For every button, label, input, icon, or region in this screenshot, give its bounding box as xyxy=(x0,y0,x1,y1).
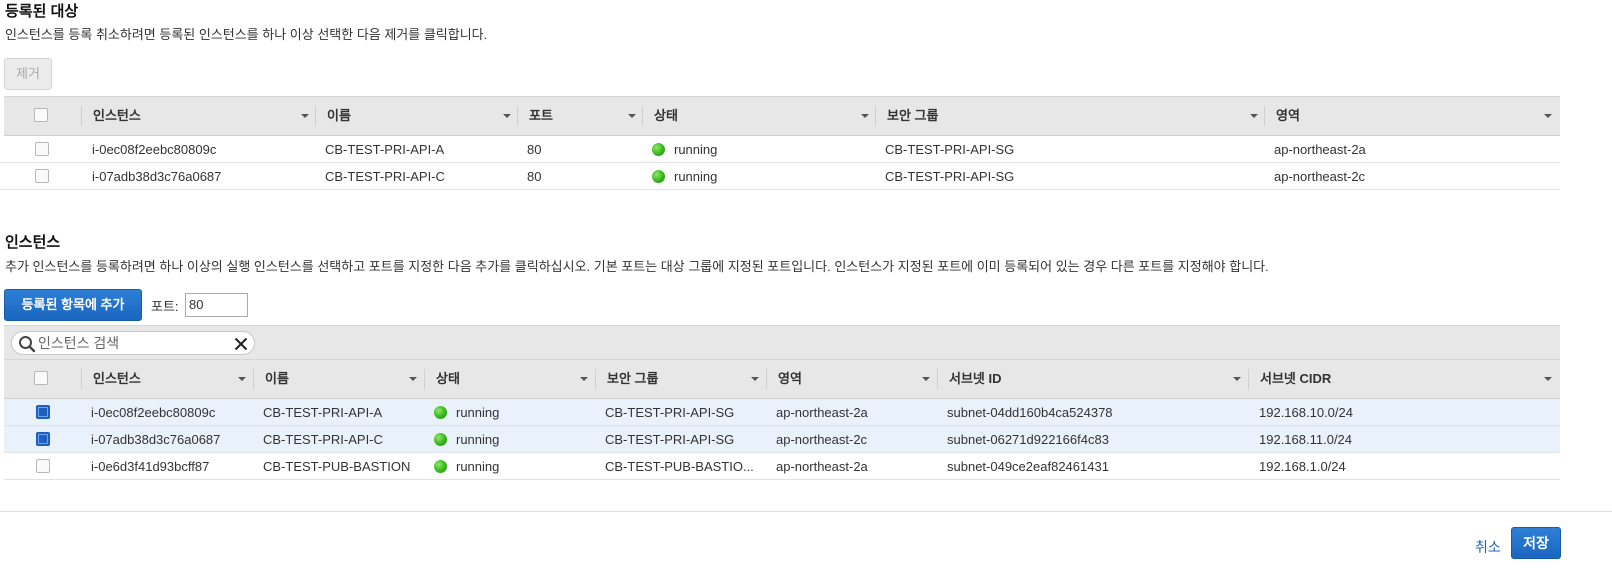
col-name[interactable]: 이름 xyxy=(315,97,517,135)
instance-name: CB-TEST-PUB-BASTION xyxy=(263,458,411,474)
security-group: CB-TEST-PRI-API-SG xyxy=(885,168,1015,184)
table-row[interactable]: i-0e6d3f41d93bcff87 CB-TEST-PUB-BASTION … xyxy=(4,453,1560,480)
table-row[interactable]: i-07adb38d3c76a0687 CB-TEST-PRI-API-C 80… xyxy=(0,163,1560,190)
col-name[interactable]: 이름 xyxy=(253,360,424,398)
instances-description: 추가 인스턴스를 등록하려면 하나 이상의 실행 인스턴스를 선택하고 포트를 … xyxy=(5,259,1269,274)
instance-name: CB-TEST-PRI-API-C xyxy=(263,431,383,447)
zone: ap-northeast-2c xyxy=(776,431,868,447)
col-security-group[interactable]: 보안 그룹 xyxy=(875,97,1264,135)
security-group: CB-TEST-PRI-API-SG xyxy=(605,431,735,447)
subnet-cidr: 192.168.10.0/24 xyxy=(1259,404,1353,420)
instance-name: CB-TEST-PRI-API-A xyxy=(325,141,445,157)
instance-id: i-0ec08f2eebc80809c xyxy=(92,141,217,157)
instances-title: 인스턴스 xyxy=(5,234,61,251)
sort-caret-icon xyxy=(1544,114,1552,118)
instance-name: CB-TEST-PRI-API-C xyxy=(325,168,445,184)
row-checkbox[interactable] xyxy=(36,405,50,419)
sort-caret-icon xyxy=(1250,114,1258,118)
col-zone[interactable]: 영역 xyxy=(766,360,937,398)
security-group: CB-TEST-PRI-API-SG xyxy=(885,141,1015,157)
status-running-icon xyxy=(434,432,447,446)
instance-id: i-0ec08f2eebc80809c xyxy=(91,404,216,420)
zone: ap-northeast-2a xyxy=(1274,141,1366,157)
select-all-checkbox[interactable] xyxy=(34,371,48,385)
col-status[interactable]: 상태 xyxy=(424,360,595,398)
col-subnet-cidr[interactable]: 서브넷 CIDR xyxy=(1248,360,1560,398)
status: running xyxy=(434,399,499,425)
status: running xyxy=(652,163,717,189)
search-bar: 인스턴스 검색 xyxy=(4,325,1560,359)
row-checkbox[interactable] xyxy=(35,169,49,183)
sort-caret-icon xyxy=(1544,377,1552,381)
search-icon xyxy=(19,336,36,353)
cancel-button[interactable]: 취소 xyxy=(1475,537,1501,557)
add-to-registered-button[interactable]: 등록된 항목에 추가 xyxy=(4,289,142,321)
sort-caret-icon xyxy=(1233,377,1241,381)
search-input[interactable]: 인스턴스 검색 xyxy=(11,331,255,355)
port-label: 포트: xyxy=(151,299,179,314)
status-running-icon xyxy=(652,142,665,156)
subnet-id: subnet-04dd160b4ca524378 xyxy=(947,404,1113,420)
status-running-icon xyxy=(434,459,447,473)
table-row[interactable]: i-07adb38d3c76a0687 CB-TEST-PRI-API-C ru… xyxy=(4,426,1560,453)
registered-table-header: 인스턴스 이름 포트 상태 보안 그룹 영역 xyxy=(4,96,1560,136)
col-status[interactable]: 상태 xyxy=(642,97,875,135)
port-input[interactable]: 80 xyxy=(185,293,248,317)
status: running xyxy=(434,426,499,452)
subnet-id: subnet-06271d922166f4c83 xyxy=(947,431,1109,447)
status-running-icon xyxy=(434,405,447,419)
security-group: CB-TEST-PRI-API-SG xyxy=(605,404,735,420)
security-group: CB-TEST-PUB-BASTIO... xyxy=(605,458,754,474)
instances-table-header: 인스턴스 이름 상태 보안 그룹 영역 서브넷 ID 서브넷 CIDR xyxy=(4,359,1560,399)
instance-name: CB-TEST-PRI-API-A xyxy=(263,404,383,420)
sort-caret-icon xyxy=(751,377,759,381)
sort-caret-icon xyxy=(238,377,246,381)
save-button[interactable]: 저장 xyxy=(1511,527,1561,559)
subnet-id: subnet-049ce2eaf82461431 xyxy=(947,458,1109,474)
row-checkbox[interactable] xyxy=(36,459,50,473)
col-zone[interactable]: 영역 xyxy=(1264,97,1560,135)
sort-caret-icon xyxy=(503,114,511,118)
instance-id: i-0e6d3f41d93bcff87 xyxy=(91,458,210,474)
clear-icon[interactable] xyxy=(234,337,248,351)
col-security-group[interactable]: 보안 그룹 xyxy=(595,360,766,398)
row-checkbox[interactable] xyxy=(36,432,50,446)
instance-id: i-07adb38d3c76a0687 xyxy=(92,168,222,184)
col-subnet-id[interactable]: 서브넷 ID xyxy=(937,360,1248,398)
registered-description: 인스턴스를 등록 취소하려면 등록된 인스턴스를 하나 이상 선택한 다음 제거… xyxy=(5,27,488,42)
sort-caret-icon xyxy=(628,114,636,118)
status-running-icon xyxy=(652,169,665,183)
registered-title: 등록된 대상 xyxy=(5,3,79,20)
zone: ap-northeast-2c xyxy=(1274,168,1366,184)
sort-caret-icon xyxy=(922,377,930,381)
port: 80 xyxy=(527,141,542,157)
port: 80 xyxy=(527,168,542,184)
table-row[interactable]: i-0ec08f2eebc80809c CB-TEST-PRI-API-A ru… xyxy=(4,399,1560,426)
col-port[interactable]: 포트 xyxy=(517,97,642,135)
remove-button[interactable]: 제거 xyxy=(4,58,52,90)
instance-id: i-07adb38d3c76a0687 xyxy=(91,431,221,447)
subnet-cidr: 192.168.1.0/24 xyxy=(1259,458,1346,474)
sort-caret-icon xyxy=(409,377,417,381)
zone: ap-northeast-2a xyxy=(776,404,868,420)
col-instance[interactable]: 인스턴스 xyxy=(81,97,315,135)
status: running xyxy=(652,136,717,162)
row-checkbox[interactable] xyxy=(35,142,49,156)
status: running xyxy=(434,453,499,479)
select-all-checkbox[interactable] xyxy=(34,108,48,122)
sort-caret-icon xyxy=(861,114,869,118)
table-row[interactable]: i-0ec08f2eebc80809c CB-TEST-PRI-API-A 80… xyxy=(0,136,1560,163)
sort-caret-icon xyxy=(580,377,588,381)
subnet-cidr: 192.168.11.0/24 xyxy=(1259,431,1353,447)
col-instance[interactable]: 인스턴스 xyxy=(81,360,253,398)
sort-caret-icon xyxy=(301,114,309,118)
footer-divider xyxy=(0,511,1612,512)
zone: ap-northeast-2a xyxy=(776,458,868,474)
